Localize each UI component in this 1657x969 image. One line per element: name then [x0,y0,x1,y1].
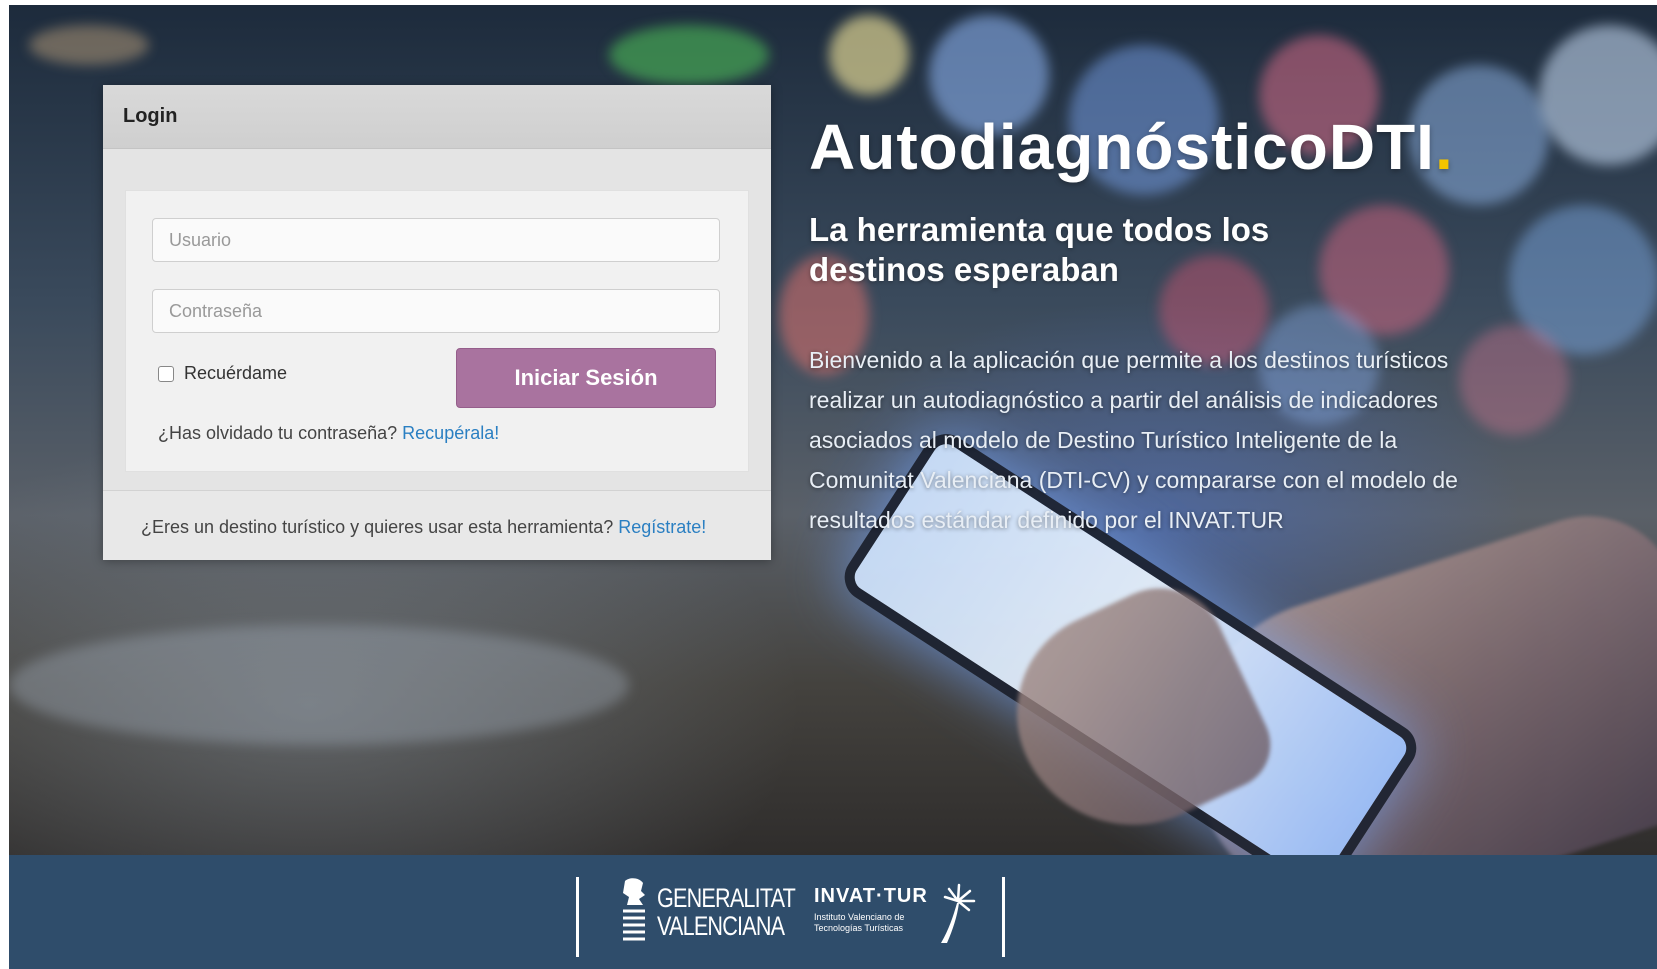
invat-tur-subtitle-line2: Tecnologías Turísticas [814,923,904,933]
bokeh-light [609,25,769,85]
remember-checkbox[interactable] [158,365,174,382]
palm-tree-icon [941,883,976,943]
remember-label: Recuérdame [184,363,288,383]
invat-tur-logo: INVAT·TUR Instituto Valenciano de Tecnol… [814,885,928,934]
invat-tur-subtitle: Instituto Valenciano de Tecnologías Turí… [814,912,928,934]
bokeh-light [9,625,629,745]
footer-bar: GENERALITAT VALENCIANA INVAT·TUR Institu… [9,855,1657,969]
invat-tur-title: INVAT·TUR [814,885,928,907]
register-prompt: ¿Eres un destino turístico y quieres usa… [141,517,706,538]
login-title: Login [123,105,178,127]
generalitat-crest-icon [623,878,645,941]
username-input[interactable] [152,218,720,262]
remember-me[interactable]: Recuérdame [158,363,287,384]
brand-dot: . [1434,111,1454,183]
tagline: La herramienta que todos los destinos es… [809,211,1270,288]
generalitat-line2: VALENCIANA [657,911,785,941]
forgot-password-text: ¿Has olvidado tu contraseña? [158,423,398,443]
generalitat-logo: GENERALITAT VALENCIANA [619,877,830,947]
brand-title: AutodiagnósticoDTI. [809,110,1454,184]
login-panel: Login Recuérdame Iniciar Sesión ¿Has olv… [103,85,771,560]
footer-divider [1002,877,1005,957]
login-footer: ¿Eres un destino turístico y quieres usa… [103,490,771,560]
forgot-password: ¿Has olvidado tu contraseña? Recupérala! [158,423,499,444]
invat-tur-subtitle-line1: Instituto Valenciano de [814,912,905,922]
login-form: Recuérdame Iniciar Sesión ¿Has olvidado … [125,190,749,472]
page: Login Recuérdame Iniciar Sesión ¿Has olv… [9,5,1657,969]
brand-name: AutodiagnósticoDTI [809,111,1435,183]
password-input[interactable] [152,289,720,333]
register-link[interactable]: Regístrate! [618,517,706,537]
footer-divider [576,877,579,957]
intro-text: Bienvenido a la aplicación que permite a… [809,347,1458,533]
bokeh-light [1539,25,1657,165]
recover-password-link[interactable]: Recupérala! [402,423,499,443]
login-header: Login [103,85,771,149]
generalitat-line1: GENERALITAT [657,883,796,913]
bokeh-light [829,15,909,95]
generalitat-text: GENERALITAT VALENCIANA [657,883,796,941]
bokeh-light [29,25,149,65]
login-button[interactable]: Iniciar Sesión [456,348,716,408]
register-text: ¿Eres un destino turístico y quieres usa… [141,517,614,537]
